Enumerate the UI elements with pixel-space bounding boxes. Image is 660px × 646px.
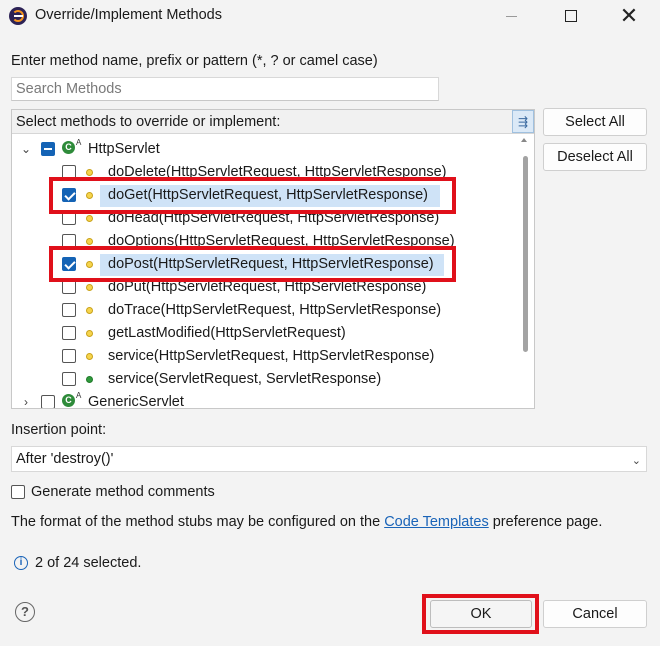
- search-prompt-label: Enter method name, prefix or pattern (*,…: [11, 53, 378, 69]
- chevron-right-icon[interactable]: ›: [20, 396, 32, 408]
- class-label: GenericServlet: [88, 394, 184, 409]
- templates-info-text: The format of the method stubs may be co…: [11, 514, 602, 530]
- window-title: Override/Implement Methods: [35, 7, 222, 23]
- scrollbar-thumb[interactable]: [523, 156, 528, 352]
- flat-hierarchy-toggle-icon[interactable]: ⇶: [512, 110, 534, 133]
- scroll-up-arrow-icon[interactable]: [521, 138, 527, 142]
- annotation-highlight-ok: [422, 594, 539, 634]
- protected-method-icon: [86, 284, 93, 291]
- code-templates-link[interactable]: Code Templates: [384, 514, 489, 530]
- tree-class-genericservlet[interactable]: › C A GenericServlet: [12, 391, 532, 409]
- selection-status: 2 of 24 selected.: [35, 555, 142, 571]
- method-label: doTrace(HttpServletRequest, HttpServletR…: [108, 302, 442, 318]
- minimize-icon: [505, 15, 517, 17]
- maximize-button[interactable]: [548, 0, 594, 32]
- generate-comments-checkbox[interactable]: [11, 485, 25, 499]
- minimize-button[interactable]: [488, 0, 534, 32]
- method-checkbox[interactable]: [62, 326, 76, 340]
- eclipse-icon: [9, 7, 27, 25]
- insertion-point-label: Insertion point:: [11, 422, 107, 438]
- search-methods-input[interactable]: [11, 77, 439, 101]
- cancel-button[interactable]: Cancel: [543, 600, 647, 628]
- class-label: HttpServlet: [88, 141, 160, 157]
- annotation-highlight-doget: [49, 177, 456, 214]
- method-checkbox[interactable]: [62, 349, 76, 363]
- protected-method-icon: [86, 215, 93, 222]
- select-all-button[interactable]: Select All: [543, 108, 647, 136]
- protected-method-icon: [86, 238, 93, 245]
- chevron-down-icon: ⌄: [631, 455, 641, 467]
- class-checkbox[interactable]: [41, 395, 55, 408]
- class-checkbox[interactable]: [41, 142, 55, 156]
- protected-method-icon: [86, 307, 93, 314]
- tree-method-row[interactable]: doTrace(HttpServletRequest, HttpServletR…: [12, 300, 522, 323]
- abstract-class-icon: C: [62, 141, 75, 154]
- abstract-class-icon: C: [62, 394, 75, 407]
- insertion-point-select[interactable]: After 'destroy()' ⌄: [11, 446, 647, 472]
- close-icon: ✕: [619, 3, 639, 28]
- method-checkbox[interactable]: [62, 280, 76, 294]
- close-button[interactable]: ✕: [606, 0, 652, 32]
- help-icon[interactable]: ?: [15, 602, 35, 622]
- chevron-down-icon[interactable]: ⌄: [20, 143, 32, 155]
- maximize-icon: [565, 10, 577, 22]
- deselect-all-button[interactable]: Deselect All: [543, 143, 647, 171]
- tree-class-httpservlet[interactable]: ⌄ C A HttpServlet: [12, 138, 532, 162]
- method-label: service(ServletRequest, ServletResponse): [108, 371, 382, 387]
- tree-header-label: Select methods to override or implement:: [16, 114, 281, 130]
- method-checkbox[interactable]: [62, 303, 76, 317]
- method-label: getLastModified(HttpServletRequest): [108, 325, 346, 341]
- vertical-scrollbar[interactable]: [523, 146, 528, 386]
- tree-method-row[interactable]: service(HttpServletRequest, HttpServletR…: [12, 346, 522, 369]
- tree-header: Select methods to override or implement:…: [12, 110, 534, 134]
- info-text-after: preference page.: [488, 514, 603, 530]
- tree-method-row[interactable]: getLastModified(HttpServletRequest): [12, 323, 522, 346]
- abstract-marker: A: [76, 138, 82, 147]
- method-label: service(HttpServletRequest, HttpServletR…: [108, 348, 435, 364]
- abstract-marker: A: [76, 391, 82, 400]
- annotation-highlight-dopost: [49, 246, 456, 282]
- protected-method-icon: [86, 330, 93, 337]
- public-method-icon: [86, 376, 93, 383]
- info-text-before: The format of the method stubs may be co…: [11, 514, 385, 530]
- protected-method-icon: [86, 169, 93, 176]
- tree-method-row[interactable]: service(ServletRequest, ServletResponse): [12, 369, 522, 392]
- insertion-point-value: After 'destroy()': [16, 451, 114, 467]
- generate-comments-label: Generate method comments: [31, 484, 215, 500]
- title-bar: Override/Implement Methods ✕: [0, 0, 660, 32]
- method-checkbox[interactable]: [62, 372, 76, 386]
- info-icon: i: [14, 556, 28, 570]
- protected-method-icon: [86, 353, 93, 360]
